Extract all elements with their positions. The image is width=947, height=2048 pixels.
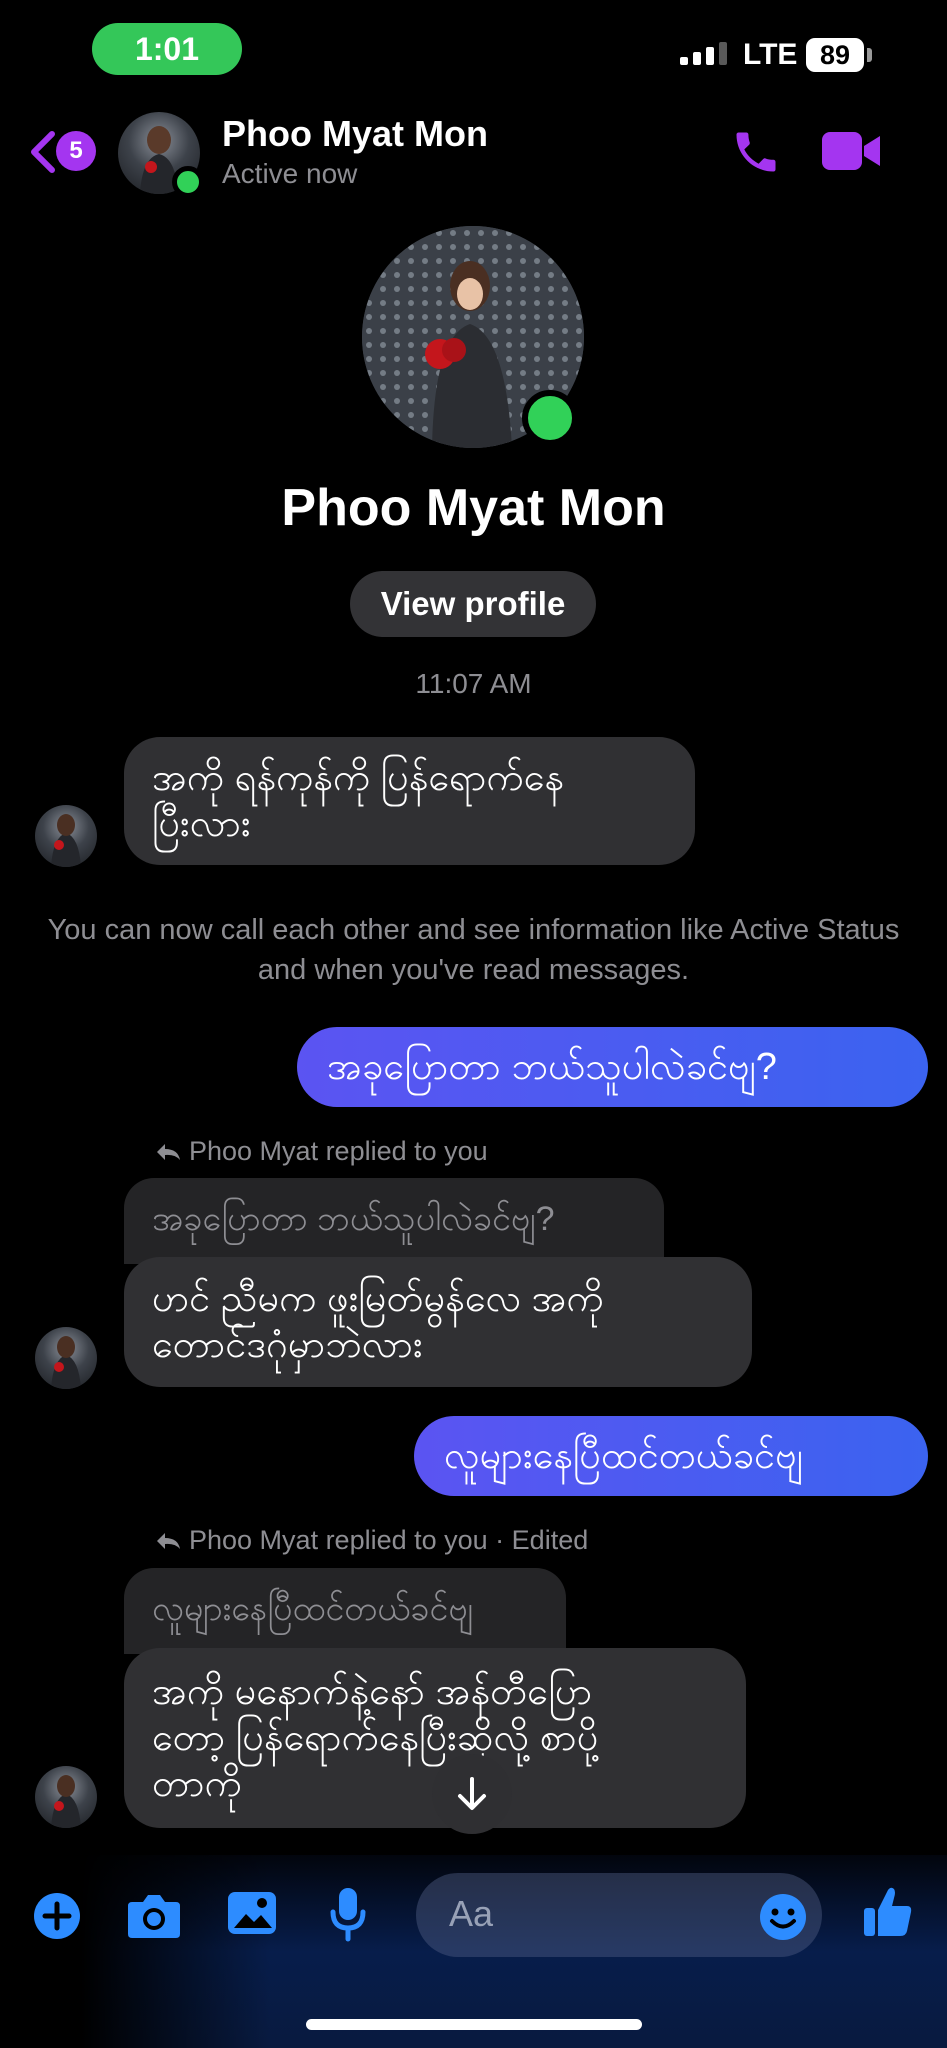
plus-icon[interactable]	[32, 1891, 82, 1941]
scroll-to-bottom-button[interactable]	[432, 1754, 512, 1834]
message-timestamp: 11:07 AM	[415, 668, 532, 699]
microphone-icon[interactable]	[330, 1886, 366, 1942]
outgoing-message[interactable]: လူများနေပြီထင်တယ်ခင်ဗျ	[414, 1416, 928, 1496]
message-input-placeholder: Aa	[449, 1893, 494, 1934]
unread-count-badge[interactable]: 5	[56, 131, 96, 171]
phone-icon[interactable]	[730, 126, 782, 178]
header-active-status: Active now	[222, 158, 358, 189]
reply-arrow-icon	[157, 1532, 180, 1549]
thumbs-up-icon[interactable]	[862, 1884, 914, 1940]
system-note: You can now call each other and see info…	[47, 914, 900, 986]
signal-icon	[680, 42, 727, 65]
incoming-reply-message[interactable]: ဟင် ညီမက ဖူးမြတ်မွန်လေ အကို တောင်ဒဂုံမှာ…	[124, 1257, 752, 1387]
reply-indicator: Phoo Myat replied to you	[155, 1136, 488, 1167]
header-contact-name[interactable]: Phoo Myat Mon	[222, 113, 488, 155]
profile-name: Phoo Myat Mon	[281, 479, 666, 537]
profile-online-indicator	[522, 390, 578, 446]
sender-avatar[interactable]	[35, 805, 97, 867]
battery-icon	[867, 48, 872, 62]
sender-avatar[interactable]	[35, 1327, 97, 1389]
battery-level: 89	[806, 38, 864, 72]
image-icon[interactable]	[226, 1888, 278, 1938]
emoji-icon[interactable]	[758, 1892, 808, 1942]
home-indicator[interactable]	[306, 2019, 642, 2030]
sender-avatar[interactable]	[35, 1766, 97, 1828]
arrow-down-icon	[458, 1777, 486, 1810]
status-time: 1:01	[92, 23, 242, 75]
online-indicator	[172, 166, 204, 198]
network-label: LTE	[743, 38, 798, 71]
video-camera-icon[interactable]	[820, 128, 882, 174]
reply-arrow-icon	[157, 1143, 180, 1160]
outgoing-message[interactable]: အခုပြောတာ ဘယ်သူပါလဲခင်ဗျ?	[297, 1027, 928, 1107]
camera-icon[interactable]	[126, 1890, 182, 1940]
reply-label: Phoo Myat replied to you	[189, 1136, 488, 1166]
reply-indicator: Phoo Myat replied to you · Edited	[155, 1525, 588, 1556]
view-profile-button[interactable]: View profile	[350, 571, 596, 637]
reply-label: Phoo Myat replied to you · Edited	[189, 1525, 589, 1555]
back-chevron-icon[interactable]	[28, 130, 56, 174]
incoming-message[interactable]: အကို ရန်ကုန်ကို ပြန်ရောက်နေ ပြီးလား	[124, 737, 695, 865]
quoted-message[interactable]: လူများနေပြီထင်တယ်ခင်ဗျ	[124, 1568, 566, 1654]
quoted-message[interactable]: အခုပြောတာ ဘယ်သူပါလဲခင်ဗျ?	[124, 1178, 664, 1264]
